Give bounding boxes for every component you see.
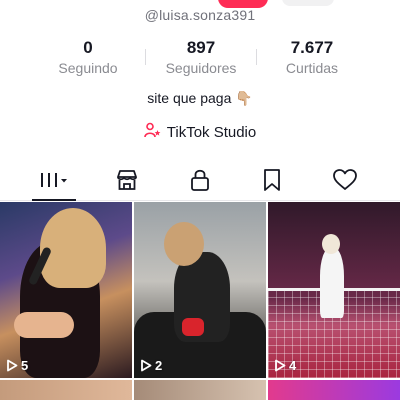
profile-stats: 0 Seguindo 897 Seguidores 7.677 Curtidas (0, 38, 400, 82)
following-label: Seguindo (58, 60, 118, 76)
view-count: 4 (274, 358, 296, 373)
profile-bio: site que paga 👇🏼 (0, 90, 400, 107)
stat-followers[interactable]: 897 Seguidores (146, 38, 256, 77)
studio-person-icon (143, 122, 162, 143)
stat-following[interactable]: 0 Seguindo (33, 38, 143, 77)
tab-private[interactable] (178, 163, 222, 201)
lock-icon (189, 168, 211, 197)
play-icon (7, 359, 18, 372)
active-tab-indicator (32, 199, 76, 201)
pointing-down-emoji: 👇🏼 (235, 90, 253, 106)
likes-count: 7.677 (290, 38, 334, 57)
thumbnail-image (320, 248, 344, 318)
profile-handle: @luisa.sonza391 (144, 7, 256, 23)
followers-count: 897 (186, 38, 216, 57)
view-count: 5 (6, 358, 28, 373)
stat-likes[interactable]: 7.677 Curtidas (257, 38, 367, 77)
profile-tabs (0, 163, 400, 201)
video-thumbnail[interactable] (0, 380, 132, 400)
video-thumbnail[interactable] (134, 380, 266, 400)
heart-icon (332, 168, 358, 197)
tab-shop[interactable] (105, 163, 149, 201)
bio-text: site que paga (147, 90, 232, 106)
video-thumbnail[interactable] (268, 380, 400, 400)
tab-saved[interactable] (250, 163, 294, 201)
tab-videos[interactable] (32, 163, 76, 201)
thumbnail-image (164, 222, 204, 266)
followers-label: Seguidores (165, 60, 237, 76)
studio-label: TikTok Studio (166, 124, 257, 141)
tiktok-studio-link[interactable]: TikTok Studio (0, 122, 400, 144)
video-grid: 5 2 4 (0, 202, 400, 400)
view-count-value: 2 (155, 358, 163, 373)
thumbnail-image (182, 318, 204, 336)
play-icon (275, 359, 286, 372)
share-profile-button[interactable] (282, 0, 334, 6)
bookmark-icon (262, 168, 282, 197)
view-count-value: 4 (289, 358, 297, 373)
following-count: 0 (83, 38, 93, 57)
video-thumbnail[interactable]: 5 (0, 202, 132, 378)
video-thumbnail[interactable]: 4 (268, 202, 400, 378)
view-count-value: 5 (21, 358, 29, 373)
tab-liked[interactable] (323, 163, 367, 201)
grid-icon (37, 170, 71, 195)
video-thumbnail[interactable]: 2 (134, 202, 266, 378)
view-count: 2 (140, 358, 162, 373)
likes-label: Curtidas (285, 60, 339, 76)
thumbnail-image (322, 234, 340, 254)
shop-icon (115, 169, 139, 196)
thumbnail-image (14, 312, 74, 338)
play-icon (141, 359, 152, 372)
